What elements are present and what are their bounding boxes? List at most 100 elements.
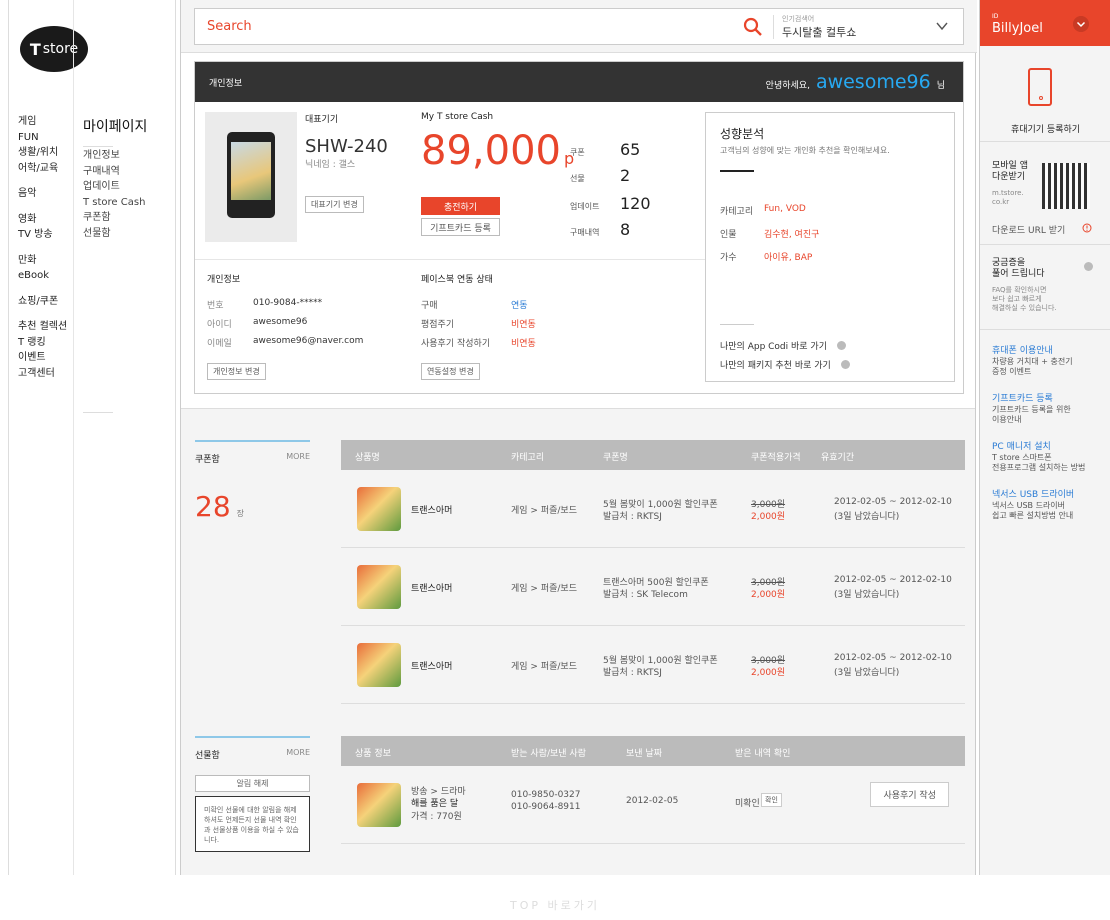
charge-button[interactable]: 충전하기 bbox=[421, 197, 500, 215]
personal-info-row: 번호 010-9084-***** bbox=[207, 298, 322, 311]
coupon-row[interactable]: 트랜스아머 게임 > 퍼즐/보드 5월 봄맞이 1,000원 할인쿠폰 발급처 : R… bbox=[341, 470, 965, 548]
product-thumbnail[interactable] bbox=[357, 565, 401, 609]
stat-label: 업데이트 bbox=[570, 202, 600, 211]
coupon-row[interactable]: 트랜스아머 게임 > 퍼즐/보드 트랜스아머 500원 할인쿠폰 발급처 : SK T… bbox=[341, 548, 965, 626]
facebook-settings-button[interactable]: 연동설정 변경 bbox=[421, 363, 480, 380]
coupon-product-name[interactable]: 트랜스아머 bbox=[411, 503, 452, 516]
gift-receiver-phone: 010-9850-0327 bbox=[511, 790, 581, 800]
analysis-link[interactable]: 나만의 App Codi 바로 가기 bbox=[720, 339, 846, 352]
arrow-right-icon bbox=[840, 360, 850, 369]
change-personal-info-button[interactable]: 개인정보 변경 bbox=[207, 363, 266, 380]
rep-device-model: SHW-240 bbox=[305, 136, 388, 157]
coupon-row[interactable]: 트랜스아머 게임 > 퍼즐/보드 5월 봄맞이 1,000원 할인쿠폰 발급처 : R… bbox=[341, 626, 965, 704]
popular-search-value[interactable]: 두시탈출 컬투쇼 bbox=[782, 24, 856, 40]
category-item[interactable]: eBook bbox=[18, 268, 74, 284]
category-item[interactable]: T 랭킹 bbox=[18, 335, 74, 351]
gift-side: 선물함 MORE bbox=[195, 736, 310, 761]
coupon-product-name[interactable]: 트랜스아머 bbox=[411, 581, 452, 594]
greeting-username: awesome96 bbox=[815, 71, 931, 93]
coupon-table: 상품명 카테고리 쿠폰명 쿠폰적용가격 유효기간 트랜스아머 게임 > 퍼즐/보드… bbox=[341, 440, 965, 704]
faq-section[interactable]: 궁금증을 풀어 드립니다 FAQ를 확인하시면 보다 쉽고 빠르게 해결하실 수… bbox=[980, 246, 1110, 330]
coupon-product-name[interactable]: 트랜스아머 bbox=[411, 659, 452, 672]
search-bar-area: Search 인기검색어 두시탈출 컬투쇼 bbox=[181, 0, 977, 53]
profile-header-title: 개인정보 bbox=[209, 79, 243, 89]
category-item[interactable]: 생활/위치 bbox=[18, 145, 74, 161]
facebook-status-row: 구매 연동 bbox=[421, 298, 528, 311]
profile-header: 개인정보 안녕하세요, awesome96 님 bbox=[195, 62, 963, 102]
gift-row[interactable]: 방송 > 드라마 해를 품은 달 가격 : 770원 010-9850-0327 010… bbox=[341, 766, 965, 844]
category-item[interactable]: 만화 bbox=[18, 253, 74, 269]
right-link-title[interactable]: 넥서스 USB 드라이버 bbox=[992, 487, 1074, 500]
stat-label: 구매내역 bbox=[570, 228, 600, 237]
category-item[interactable]: 쇼핑/쿠폰 bbox=[18, 294, 74, 310]
category-item[interactable]: FUN bbox=[18, 130, 74, 146]
faq-title: 궁금증을 풀어 드립니다 bbox=[992, 258, 1045, 279]
category-item[interactable]: 게임 bbox=[18, 114, 74, 130]
right-link-title[interactable]: PC 매니저 설치 bbox=[992, 439, 1051, 452]
register-device-section[interactable]: 휴대기기 등록하기 bbox=[980, 46, 1110, 142]
category-item[interactable]: 고객센터 bbox=[18, 366, 74, 382]
facebook-status-value: 비연동 bbox=[511, 339, 536, 349]
write-review-button[interactable]: 사용후기 작성 bbox=[870, 782, 949, 807]
coupon-col-period: 유효기간 bbox=[821, 453, 855, 463]
change-rep-device-button[interactable]: 대표기기 변경 bbox=[305, 196, 364, 213]
right-link-title[interactable]: 기프트카드 등록 bbox=[992, 391, 1053, 404]
coupon-category: 게임 > 퍼즐/보드 bbox=[511, 506, 577, 516]
right-link-text: 차량용 거치대 + 충전기 증정 이벤트 bbox=[992, 357, 1073, 376]
stat-row[interactable]: 업데이트 120 bbox=[570, 194, 670, 213]
chevron-down-icon[interactable] bbox=[1073, 16, 1089, 32]
product-thumbnail[interactable] bbox=[357, 643, 401, 687]
analysis-key: 인물 bbox=[720, 230, 737, 240]
gift-product-name[interactable]: 해를 품은 달 bbox=[411, 796, 458, 809]
category-item[interactable]: 추천 컬렉션 bbox=[18, 319, 74, 335]
category-group: 영화 TV 방송 bbox=[18, 212, 74, 243]
coupon-count-value: 28 bbox=[195, 490, 231, 523]
right-link-title[interactable]: 휴대폰 이용안내 bbox=[992, 343, 1053, 356]
product-thumbnail[interactable] bbox=[357, 487, 401, 531]
alert-off-button[interactable]: 알림 해제 bbox=[195, 775, 310, 792]
analysis-link-label: 나만의 App Codi 바로 가기 bbox=[720, 342, 827, 352]
stat-row[interactable]: 쿠폰 65 bbox=[570, 140, 670, 159]
personal-info-value: awesome96@naver.com bbox=[253, 336, 364, 346]
gift-table: 상품 정보 받는 사람/보낸 사람 보낸 날짜 받은 내역 확인 방송 > 드라… bbox=[341, 736, 965, 844]
mypage-divider bbox=[83, 146, 113, 147]
category-item[interactable]: TV 방송 bbox=[18, 227, 74, 243]
mypage-item[interactable]: 구매내역 bbox=[83, 164, 175, 180]
mypage-item[interactable]: 업데이트 bbox=[83, 179, 175, 195]
main-content: Search 인기검색어 두시탈출 컬투쇼 개인정보 안녕하세요, awesom… bbox=[180, 0, 977, 875]
category-item[interactable]: 영화 bbox=[18, 212, 74, 228]
tstore-logo[interactable]: T store bbox=[20, 26, 88, 72]
user-bar[interactable]: ID BillyJoel bbox=[980, 0, 1110, 46]
search-box[interactable]: Search 인기검색어 두시탈출 컬투쇼 bbox=[194, 8, 964, 45]
product-thumbnail[interactable] bbox=[357, 783, 401, 827]
mypage-divider-bottom bbox=[83, 412, 113, 413]
coupon-issuer: 발급처 : RKTSJ bbox=[603, 512, 662, 522]
category-item[interactable]: 음악 bbox=[18, 186, 74, 202]
mypage-item[interactable]: 선물함 bbox=[83, 226, 175, 242]
gift-more-link[interactable]: MORE bbox=[286, 748, 310, 761]
analysis-value: 아이유, BAP bbox=[764, 253, 813, 263]
search-input[interactable]: Search bbox=[207, 19, 252, 34]
top-link[interactable]: TOP 바로가기 bbox=[510, 897, 600, 913]
search-icon[interactable] bbox=[743, 17, 763, 37]
stat-row[interactable]: 구매내역 8 bbox=[570, 220, 670, 239]
mypage-item[interactable]: 개인정보 bbox=[83, 148, 175, 164]
giftcard-register-button[interactable]: 기프트카드 등록 bbox=[421, 218, 500, 236]
mypage-item[interactable]: T store Cash bbox=[83, 195, 175, 211]
category-item[interactable]: 어학/교육 bbox=[18, 161, 74, 177]
facebook-status-value: 비연동 bbox=[511, 320, 536, 330]
coupon-more-link[interactable]: MORE bbox=[286, 452, 310, 465]
download-url-link[interactable]: 다운로드 URL 받기 bbox=[992, 223, 1065, 236]
mypage-menu: 마이페이지 개인정보 구매내역 업데이트 T store Cash 쿠폰함 선물함 bbox=[83, 116, 175, 241]
mypage-item[interactable]: 쿠폰함 bbox=[83, 210, 175, 226]
chevron-down-icon[interactable] bbox=[935, 19, 949, 33]
analysis-link[interactable]: 나만의 패키지 추천 바로 가기 bbox=[720, 358, 850, 371]
category-item[interactable]: 이벤트 bbox=[18, 350, 74, 366]
gift-confirm-button[interactable]: 확인 bbox=[761, 793, 782, 807]
analysis-panel: 성향분석 고객님의 성향에 맞는 개인화 추천을 확인해보세요. 카테고리 Fun… bbox=[705, 112, 955, 382]
coupon-remaining: (3일 남았습니다) bbox=[834, 668, 900, 678]
profile-divider bbox=[195, 259, 705, 260]
stat-row[interactable]: 선물 2 bbox=[570, 166, 670, 185]
right-link-text: 기프트카드 등록을 위한 이용안내 bbox=[992, 405, 1071, 424]
phone-icon bbox=[1028, 68, 1052, 106]
